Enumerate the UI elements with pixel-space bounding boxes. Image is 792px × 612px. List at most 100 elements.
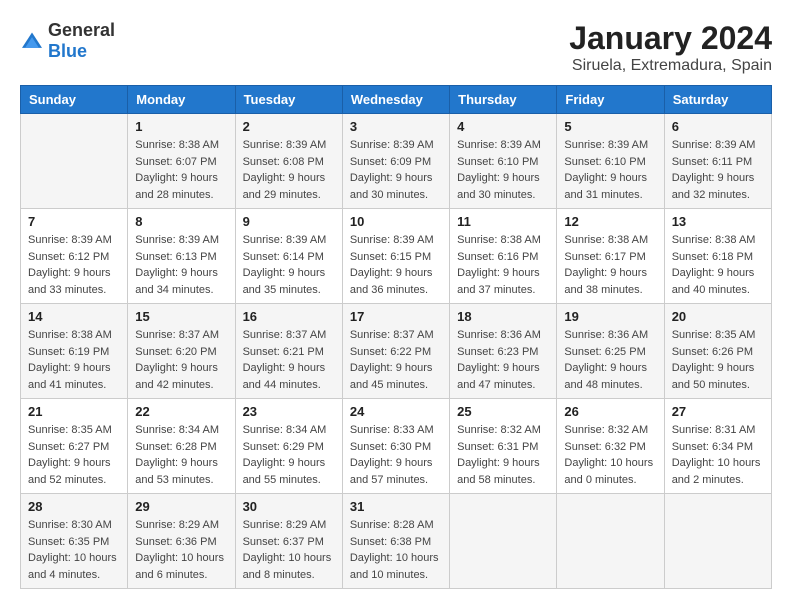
- day-detail: Sunrise: 8:38 AMSunset: 6:19 PMDaylight:…: [28, 327, 120, 393]
- calendar-cell: [664, 494, 771, 589]
- calendar-cell: 10 Sunrise: 8:39 AMSunset: 6:15 PMDayligh…: [342, 209, 449, 304]
- calendar-cell: 15Sunrise: 8:37 AMSunset: 6:20 PMDayligh…: [128, 304, 235, 399]
- calendar-cell: 18 Sunrise: 8:36 AMSunset: 6:23 PMDayligh…: [450, 304, 557, 399]
- day-detail: Sunrise: 8:39 AMSunset: 6:15 PMDaylight:…: [350, 232, 442, 298]
- day-number: 14: [28, 309, 120, 324]
- day-number: 29: [135, 499, 227, 514]
- day-number: 2: [243, 119, 335, 134]
- day-detail: Sunrise: 8:39 AMSunset: 6:14 PMDaylight:…: [243, 232, 335, 298]
- header-friday: Friday: [557, 86, 664, 114]
- calendar-cell: 7 Sunrise: 8:39 AMSunset: 6:12 PMDaylight…: [21, 209, 128, 304]
- calendar-cell: 6Sunrise: 8:39 AMSunset: 6:11 PMDaylight…: [664, 114, 771, 209]
- calendar-header: SundayMondayTuesdayWednesdayThursdayFrid…: [21, 86, 772, 114]
- header-saturday: Saturday: [664, 86, 771, 114]
- calendar-cell: 19 Sunrise: 8:36 AMSunset: 6:25 PMDayligh…: [557, 304, 664, 399]
- day-number: 22: [135, 404, 227, 419]
- day-detail: Sunrise: 8:35 AMSunset: 6:27 PMDaylight:…: [28, 422, 120, 488]
- calendar-cell: 20 Sunrise: 8:35 AMSunset: 6:26 PMDayligh…: [664, 304, 771, 399]
- day-detail: Sunrise: 8:36 AMSunset: 6:23 PMDaylight:…: [457, 327, 549, 393]
- day-detail: Sunrise: 8:32 AMSunset: 6:31 PMDaylight:…: [457, 422, 549, 488]
- calendar-cell: 8 Sunrise: 8:39 AMSunset: 6:13 PMDaylight…: [128, 209, 235, 304]
- header-tuesday: Tuesday: [235, 86, 342, 114]
- day-number: 20: [672, 309, 764, 324]
- day-number: 31: [350, 499, 442, 514]
- calendar-cell: 9Sunrise: 8:39 AMSunset: 6:14 PMDaylight…: [235, 209, 342, 304]
- week-row-2: 7 Sunrise: 8:39 AMSunset: 6:12 PMDaylight…: [21, 209, 772, 304]
- day-number: 6: [672, 119, 764, 134]
- day-number: 27: [672, 404, 764, 419]
- day-detail: Sunrise: 8:39 AMSunset: 6:13 PMDaylight:…: [135, 232, 227, 298]
- calendar-body: 1 Sunrise: 8:38 AMSunset: 6:07 PMDaylight…: [21, 114, 772, 589]
- calendar-cell: 1 Sunrise: 8:38 AMSunset: 6:07 PMDaylight…: [128, 114, 235, 209]
- calendar-cell: [450, 494, 557, 589]
- calendar-cell: 26Sunrise: 8:32 AMSunset: 6:32 PMDayligh…: [557, 399, 664, 494]
- day-detail: Sunrise: 8:39 AMSunset: 6:09 PMDaylight:…: [350, 137, 442, 203]
- logo-general: General: [48, 20, 115, 40]
- calendar-cell: 30Sunrise: 8:29 AMSunset: 6:37 PMDayligh…: [235, 494, 342, 589]
- day-detail: Sunrise: 8:39 AMSunset: 6:08 PMDaylight:…: [243, 137, 335, 203]
- logo-text: General Blue: [48, 20, 115, 62]
- day-number: 11: [457, 214, 549, 229]
- calendar-cell: 31 Sunrise: 8:28 AMSunset: 6:38 PMDayligh…: [342, 494, 449, 589]
- day-detail: Sunrise: 8:32 AMSunset: 6:32 PMDaylight:…: [564, 422, 656, 488]
- day-detail: Sunrise: 8:36 AMSunset: 6:25 PMDaylight:…: [564, 327, 656, 393]
- day-detail: Sunrise: 8:29 AMSunset: 6:37 PMDaylight:…: [243, 517, 335, 583]
- day-detail: Sunrise: 8:39 AMSunset: 6:10 PMDaylight:…: [457, 137, 549, 203]
- day-number: 8: [135, 214, 227, 229]
- day-detail: Sunrise: 8:31 AMSunset: 6:34 PMDaylight:…: [672, 422, 764, 488]
- calendar-cell: 29Sunrise: 8:29 AMSunset: 6:36 PMDayligh…: [128, 494, 235, 589]
- day-number: 19: [564, 309, 656, 324]
- day-number: 17: [350, 309, 442, 324]
- page-header: General Blue January 2024 Siruela, Extre…: [20, 20, 772, 75]
- day-number: 7: [28, 214, 120, 229]
- day-number: 23: [243, 404, 335, 419]
- header-thursday: Thursday: [450, 86, 557, 114]
- day-number: 4: [457, 119, 549, 134]
- title-block: January 2024 Siruela, Extremadura, Spain: [569, 20, 772, 75]
- calendar-cell: 25 Sunrise: 8:32 AMSunset: 6:31 PMDayligh…: [450, 399, 557, 494]
- logo-blue: Blue: [48, 41, 87, 61]
- logo-icon: [20, 31, 44, 51]
- calendar-cell: 14 Sunrise: 8:38 AMSunset: 6:19 PMDayligh…: [21, 304, 128, 399]
- header-wednesday: Wednesday: [342, 86, 449, 114]
- day-number: 24: [350, 404, 442, 419]
- day-detail: Sunrise: 8:38 AMSunset: 6:07 PMDaylight:…: [135, 137, 227, 203]
- calendar-cell: 28 Sunrise: 8:30 AMSunset: 6:35 PMDayligh…: [21, 494, 128, 589]
- day-detail: Sunrise: 8:35 AMSunset: 6:26 PMDaylight:…: [672, 327, 764, 393]
- calendar-cell: 23 Sunrise: 8:34 AMSunset: 6:29 PMDayligh…: [235, 399, 342, 494]
- day-detail: Sunrise: 8:38 AMSunset: 6:18 PMDaylight:…: [672, 232, 764, 298]
- calendar-cell: 27 Sunrise: 8:31 AMSunset: 6:34 PMDayligh…: [664, 399, 771, 494]
- day-detail: Sunrise: 8:30 AMSunset: 6:35 PMDaylight:…: [28, 517, 120, 583]
- location-subtitle: Siruela, Extremadura, Spain: [569, 57, 772, 75]
- week-row-3: 14 Sunrise: 8:38 AMSunset: 6:19 PMDayligh…: [21, 304, 772, 399]
- header-monday: Monday: [128, 86, 235, 114]
- day-number: 13: [672, 214, 764, 229]
- calendar-cell: 22 Sunrise: 8:34 AMSunset: 6:28 PMDayligh…: [128, 399, 235, 494]
- day-number: 16: [243, 309, 335, 324]
- day-detail: Sunrise: 8:37 AMSunset: 6:22 PMDaylight:…: [350, 327, 442, 393]
- calendar-cell: 17 Sunrise: 8:37 AMSunset: 6:22 PMDayligh…: [342, 304, 449, 399]
- day-detail: Sunrise: 8:28 AMSunset: 6:38 PMDaylight:…: [350, 517, 442, 583]
- day-number: 25: [457, 404, 549, 419]
- header-row: SundayMondayTuesdayWednesdayThursdayFrid…: [21, 86, 772, 114]
- day-detail: Sunrise: 8:34 AMSunset: 6:29 PMDaylight:…: [243, 422, 335, 488]
- header-sunday: Sunday: [21, 86, 128, 114]
- calendar-cell: 21 Sunrise: 8:35 AMSunset: 6:27 PMDayligh…: [21, 399, 128, 494]
- day-number: 10: [350, 214, 442, 229]
- day-number: 18: [457, 309, 549, 324]
- day-number: 28: [28, 499, 120, 514]
- calendar-cell: 24 Sunrise: 8:33 AMSunset: 6:30 PMDayligh…: [342, 399, 449, 494]
- week-row-5: 28 Sunrise: 8:30 AMSunset: 6:35 PMDayligh…: [21, 494, 772, 589]
- day-detail: Sunrise: 8:39 AMSunset: 6:12 PMDaylight:…: [28, 232, 120, 298]
- day-number: 21: [28, 404, 120, 419]
- calendar-cell: [21, 114, 128, 209]
- day-number: 1: [135, 119, 227, 134]
- calendar-cell: 4 Sunrise: 8:39 AMSunset: 6:10 PMDaylight…: [450, 114, 557, 209]
- day-detail: Sunrise: 8:34 AMSunset: 6:28 PMDaylight:…: [135, 422, 227, 488]
- day-detail: Sunrise: 8:33 AMSunset: 6:30 PMDaylight:…: [350, 422, 442, 488]
- day-number: 12: [564, 214, 656, 229]
- calendar-cell: 11Sunrise: 8:38 AMSunset: 6:16 PMDayligh…: [450, 209, 557, 304]
- calendar-cell: 12Sunrise: 8:38 AMSunset: 6:17 PMDayligh…: [557, 209, 664, 304]
- day-number: 15: [135, 309, 227, 324]
- calendar-cell: [557, 494, 664, 589]
